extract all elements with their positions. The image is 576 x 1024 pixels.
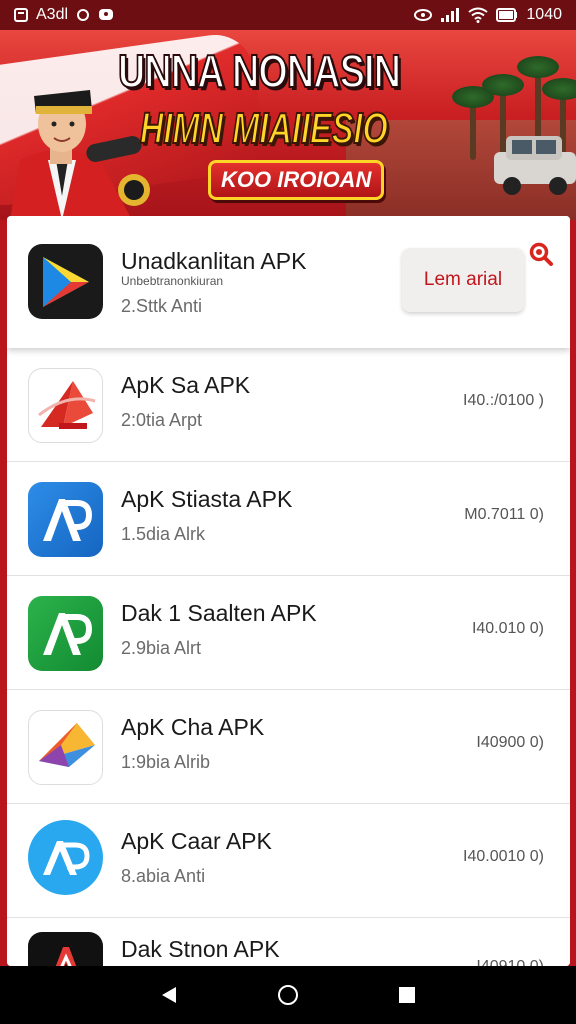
status-bar: A3dl 1040 xyxy=(0,0,576,30)
banner-title-line2: HIMN MIAIIESIO xyxy=(139,103,388,154)
app-title: ApK Caar APK xyxy=(121,828,272,854)
play-triangle-icon xyxy=(28,244,103,319)
back-triangle-icon[interactable] xyxy=(149,975,189,1015)
app-meta: 8.abia Anti xyxy=(121,866,206,886)
status-left-text: A3dl xyxy=(36,6,69,23)
eye-icon xyxy=(414,8,433,22)
app-title: ApK Sa APK xyxy=(121,372,251,398)
notification-square-icon xyxy=(14,8,28,22)
list-item[interactable]: ApK Stiasta APK 1.5dia Alrk M0.7011 0) xyxy=(7,462,570,576)
status-bar-right: 1040 xyxy=(414,6,562,24)
app-title: Dak Stnon APK xyxy=(121,936,280,962)
list-item[interactable]: ApK Sa APK 2:0tia Arpt I40.:/0100 ) xyxy=(7,348,570,462)
search-icon[interactable] xyxy=(527,240,555,268)
featured-action-button[interactable]: Lem arial xyxy=(402,248,524,312)
featured-app-meta: 2.Sttk Anti xyxy=(121,296,203,316)
app-size: I40.:/0100 ) xyxy=(463,392,544,409)
banner-title-line1: UNNA NONASIN xyxy=(117,44,402,98)
app-title: ApK Cha APK xyxy=(121,714,265,740)
list-item[interactable]: Dak 1 Saalten APK 2.9bia Alrt I40.010 0) xyxy=(7,576,570,690)
signal-icon xyxy=(440,7,460,23)
banner-badge[interactable]: KOO IROIOAN xyxy=(208,160,385,200)
app-size: I40.010 0) xyxy=(471,620,544,637)
message-icon xyxy=(98,7,114,23)
app-meta: 1.5dia Alrk xyxy=(121,524,206,544)
app-size: I40910 0) xyxy=(476,958,544,966)
app-meta: 1:9bia Alrib xyxy=(121,752,211,772)
status-time: 1040 xyxy=(526,6,562,23)
app-meta: 2.9bia Alrt xyxy=(121,638,202,658)
featured-app-title: Unadkanlitan APK xyxy=(121,248,307,274)
list-item[interactable]: Dak Stnon APK I40910 0) xyxy=(7,918,570,966)
home-circle-icon[interactable] xyxy=(268,975,308,1015)
system-navigation-bar xyxy=(0,966,576,1024)
wifi-icon xyxy=(468,7,489,23)
green-ap-logo-icon xyxy=(28,596,103,671)
app-size: M0.7011 0) xyxy=(464,506,544,523)
app-size: I40900 0) xyxy=(476,734,544,751)
status-bar-left: A3dl xyxy=(14,6,114,24)
app-title: ApK Stiasta APK xyxy=(121,486,293,512)
promo-banner[interactable]: UNNA NONASIN HIMN MIAIIESIO KOO IROIOAN xyxy=(0,30,576,220)
sync-circle-icon xyxy=(76,8,90,22)
app-meta: 2:0tia Arpt xyxy=(121,410,203,430)
app-title: Dak 1 Saalten APK xyxy=(121,600,317,626)
app-list: Unadkanlitan APK Unbebtranonkiuran 2.Stt… xyxy=(7,216,570,966)
list-item[interactable]: ApK Cha APK 1:9bia Alrib I40900 0) xyxy=(7,690,570,804)
car-graphic xyxy=(494,136,576,195)
recents-square-icon[interactable] xyxy=(387,975,427,1015)
featured-app-card[interactable]: Unadkanlitan APK Unbebtranonkiuran 2.Stt… xyxy=(7,216,570,348)
red-arrow-logo-icon xyxy=(28,368,103,443)
battery-icon xyxy=(496,8,518,22)
app-size: I40.0010 0) xyxy=(463,848,544,865)
black-a-logo-icon xyxy=(28,932,103,966)
palm-tree-graphic xyxy=(452,86,494,160)
round-ap-logo-icon xyxy=(28,820,103,895)
list-item[interactable]: ApK Caar APK 8.abia Anti I40.0010 0) xyxy=(7,804,570,918)
featured-app-subtitle: Unbebtranonkiuran xyxy=(121,274,224,288)
colorful-play-icon xyxy=(28,710,103,785)
blue-ap-logo-icon xyxy=(28,482,103,557)
